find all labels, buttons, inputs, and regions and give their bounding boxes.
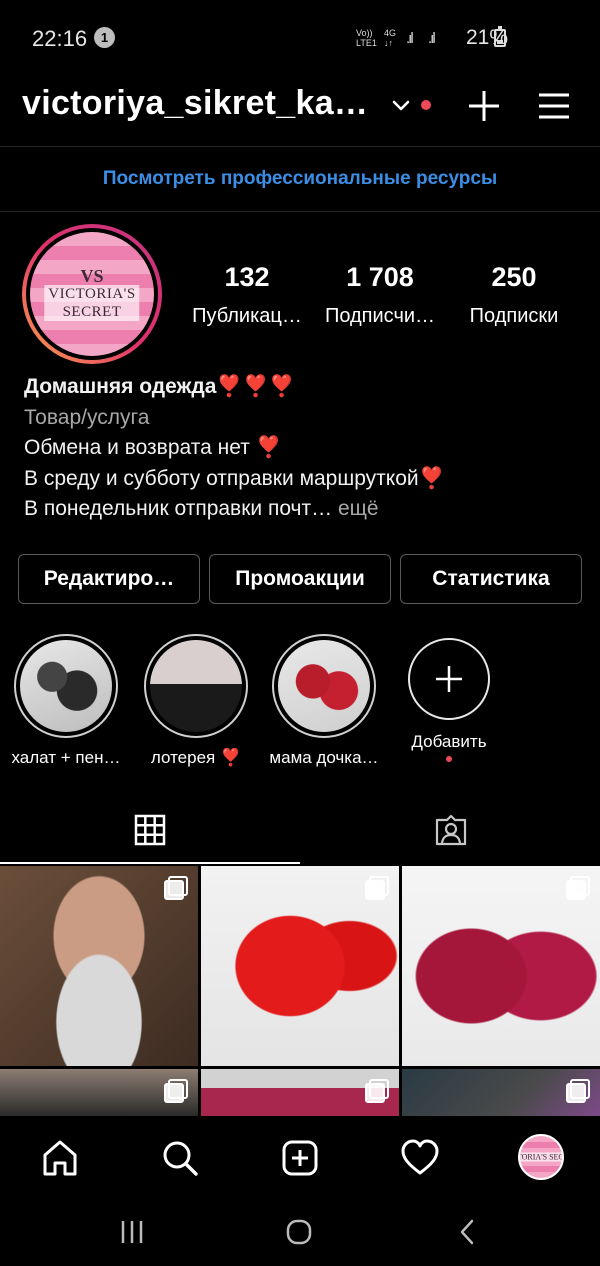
signal-icon-2: .ıl <box>428 30 436 47</box>
new-indicator-dot <box>446 756 452 762</box>
highlight-label: мама дочка… <box>269 748 379 767</box>
username[interactable]: victoriya_sikret_ka… <box>22 84 368 123</box>
signal-icon: .ıl <box>406 30 414 47</box>
highlight-thumbnail <box>278 640 370 732</box>
multiple-photos-icon <box>365 1079 389 1103</box>
highlight-thumbnail <box>20 640 112 732</box>
stat-following[interactable]: 250 Подписки <box>456 262 572 328</box>
stat-posts[interactable]: 132 Публикац… <box>186 262 308 328</box>
story-highlight[interactable]: лотерея ❣️ <box>144 634 248 768</box>
bio-line-1: Обмена и возврата нет <box>24 436 250 459</box>
avatar-image: VS VICTORIA'S SECRET <box>30 232 154 356</box>
status-time: 22:16 <box>32 26 88 51</box>
status-bar: 22:16 1 Vo)) LTE1 4G ↓↑ .ıl .ıl 21% <box>0 0 600 76</box>
bio-more-link[interactable]: ещё <box>338 497 379 520</box>
bio-category: Товар/услуга <box>24 405 150 429</box>
post-thumbnail[interactable] <box>201 1069 399 1116</box>
heart-emoji-icon: ❣️❣️❣️ <box>216 375 295 398</box>
profile-header: victoriya_sikret_ka… <box>0 78 600 138</box>
divider <box>0 211 600 212</box>
professional-dashboard-link[interactable]: Посмотреть профессиональные ресурсы <box>0 168 600 190</box>
post-thumbnail[interactable] <box>0 1069 198 1116</box>
heart-emoji-icon: ❣️ <box>255 436 282 459</box>
tab-tagged[interactable] <box>300 800 600 866</box>
post-thumbnail[interactable] <box>402 1069 600 1116</box>
following-label: Подписки <box>469 305 559 327</box>
grid-icon <box>134 814 166 846</box>
edit-profile-button[interactable]: Редактиро… <box>18 554 200 604</box>
profile-tab-avatar[interactable]: VICTORIA'S SECRET <box>518 1134 564 1180</box>
following-count: 250 <box>491 262 537 292</box>
4g-icon: 4G ↓↑ <box>384 28 397 48</box>
profile-avatar[interactable]: VS VICTORIA'S SECRET <box>22 224 162 364</box>
battery-icon <box>494 26 506 47</box>
multiple-photos-icon <box>164 876 188 900</box>
highlight-label: халат + пен… <box>11 748 121 767</box>
divider <box>0 146 600 147</box>
tab-posts-grid[interactable] <box>0 800 300 866</box>
bio-title: Домашняя одежда <box>24 375 217 398</box>
system-navigation-bar <box>0 1198 600 1266</box>
heart-emoji-icon: ❣️ <box>418 466 445 490</box>
multiple-photos-icon <box>566 876 590 900</box>
recent-apps-icon[interactable] <box>118 1218 146 1246</box>
insights-button[interactable]: Статистика <box>400 554 582 604</box>
multiple-photos-icon <box>566 1079 590 1103</box>
add-highlight[interactable]: Добавить <box>397 634 501 762</box>
home-icon[interactable] <box>40 1138 80 1178</box>
plus-icon <box>436 666 462 692</box>
post-thumbnail[interactable] <box>201 866 399 1066</box>
profile-bio: Домашняя одежда❣️❣️❣️ Товар/услуга Обмен… <box>24 372 584 525</box>
network-indicator: Vo)) LTE1 <box>356 28 377 48</box>
story-highlight[interactable]: халат + пен… <box>12 634 120 768</box>
add-highlight-label: Добавить <box>411 732 487 751</box>
bio-line-3: В понедельник отправки почт… <box>24 497 333 520</box>
story-highlight[interactable]: мама дочка… <box>269 634 379 768</box>
posts-count: 132 <box>224 262 270 292</box>
active-tab-indicator <box>0 862 300 864</box>
heart-activity-icon[interactable] <box>400 1138 440 1178</box>
search-icon[interactable] <box>160 1138 200 1178</box>
stat-followers[interactable]: 1 708 Подписчи… <box>318 262 442 328</box>
posts-label: Публикац… <box>192 305 302 327</box>
victorias-secret-logo: VS VICTORIA'S SECRET <box>44 267 140 321</box>
hamburger-menu-icon[interactable] <box>537 90 571 122</box>
followers-label: Подписчи… <box>324 305 436 327</box>
post-thumbnail[interactable] <box>0 866 198 1066</box>
multiple-photos-icon <box>365 876 389 900</box>
bottom-navigation: VICTORIA'S SECRET <box>0 1116 600 1198</box>
bio-line-2: В среду и субботу отправки маршруткой <box>24 466 419 490</box>
home-button-icon[interactable] <box>285 1218 313 1246</box>
back-icon[interactable] <box>456 1218 480 1246</box>
post-thumbnail[interactable] <box>402 866 600 1066</box>
tagged-person-icon <box>435 814 467 846</box>
multiple-photos-icon <box>164 1079 188 1103</box>
promotions-button[interactable]: Промоакции <box>209 554 391 604</box>
chevron-down-icon[interactable] <box>390 94 412 116</box>
notification-count-badge: 1 <box>94 27 115 48</box>
account-notification-dot <box>421 100 431 110</box>
highlight-label: лотерея ❣️ <box>150 748 242 767</box>
highlight-thumbnail <box>150 640 242 732</box>
followers-count: 1 708 <box>346 262 414 292</box>
new-post-icon[interactable] <box>280 1138 320 1178</box>
create-plus-icon[interactable] <box>466 88 502 124</box>
profile-tabs <box>0 800 600 866</box>
add-highlight-circle[interactable] <box>408 638 490 720</box>
